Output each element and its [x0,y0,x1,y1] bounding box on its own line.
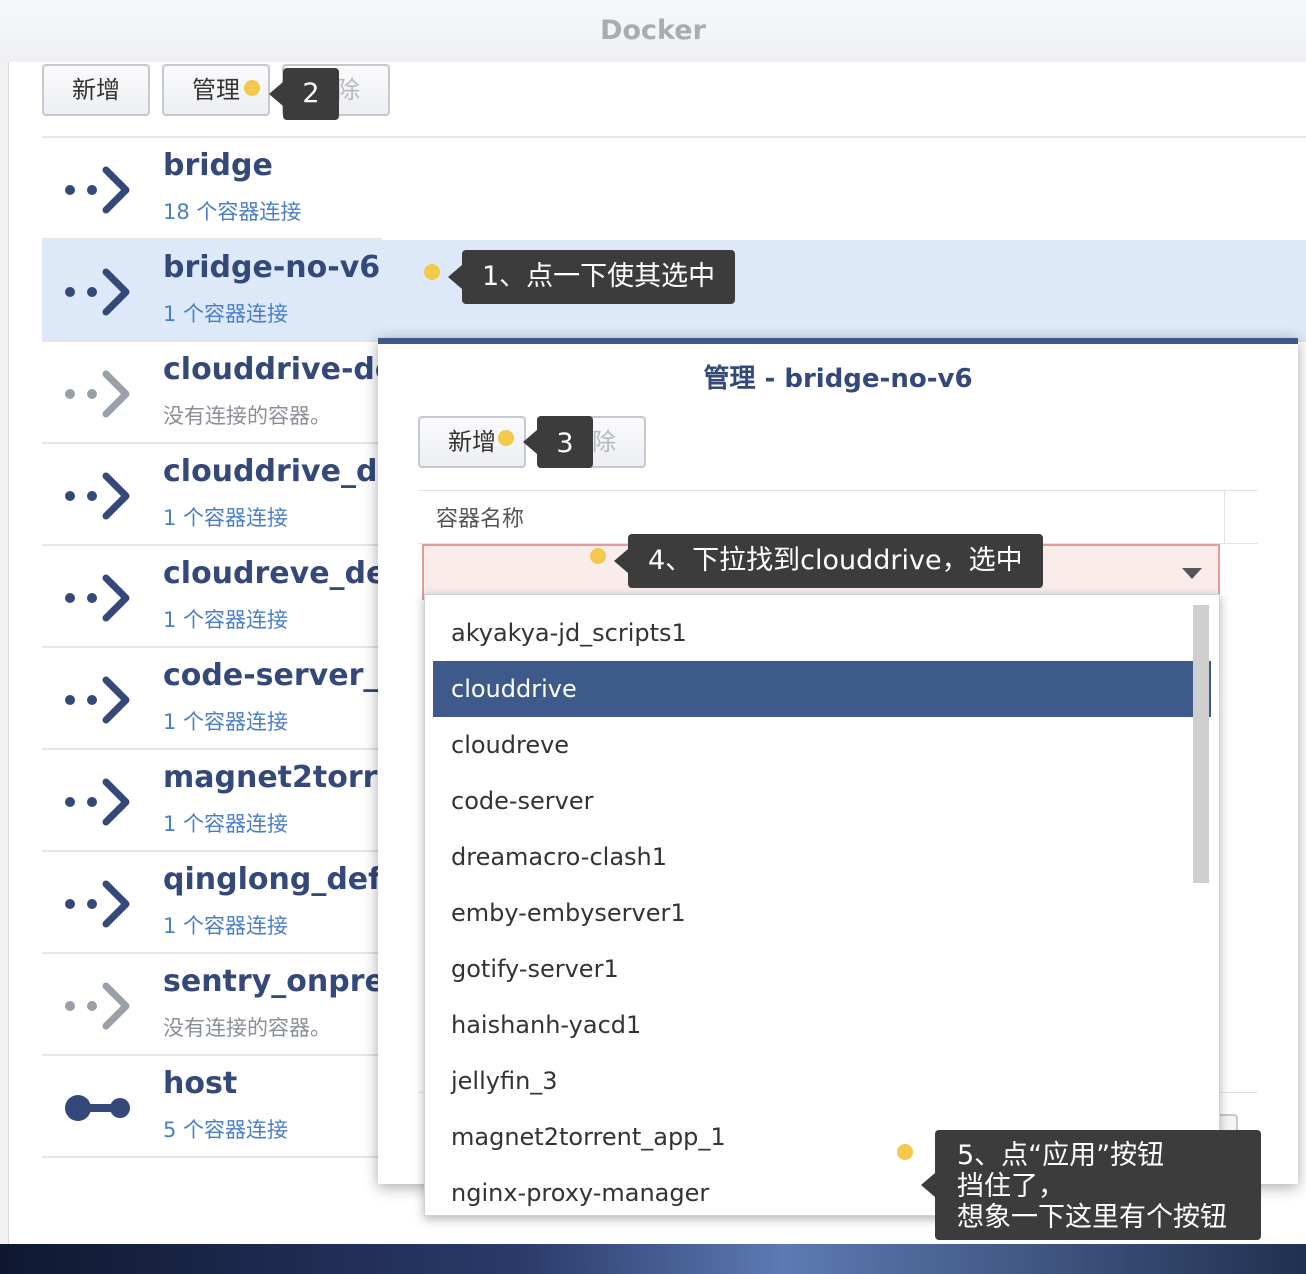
dropdown-option[interactable]: code-server [433,773,1211,829]
chevron-down-icon[interactable] [1182,568,1202,579]
annotation-step-5-line-3: 想象一下这里有个按钮 [957,1202,1227,1233]
annotation-step-1: 1、点一下使其选中 [447,250,736,304]
bridge-network-icon [64,778,132,826]
bridge-network-icon [64,370,132,418]
network-status: 1 个容器连接 [163,812,289,836]
annotation-step-4: 4、下拉找到clouddrive，选中 [614,534,1043,588]
bridge-network-icon [64,982,132,1030]
host-network-icon [64,1084,132,1132]
bridge-network-icon [64,268,132,316]
annotation-step-3: 3 [523,416,593,468]
add-network-button[interactable]: 新增 [42,64,150,116]
network-status: 1 个容器连接 [163,302,289,326]
bridge-network-icon [64,676,132,724]
annotation-step-5-line-1: 5、点“应用”按钮 [957,1140,1165,1171]
network-status: 1 个容器连接 [163,914,289,938]
annotation-dot-2 [244,80,260,96]
dropdown-option[interactable]: gotify-server1 [433,941,1211,997]
annotation-dot-5 [897,1144,913,1160]
column-separator [1224,491,1225,543]
annotation-dot-3 [498,430,514,446]
network-name: bridge [163,148,273,183]
network-name: code-server_c [163,658,397,693]
container-dropdown-list[interactable]: akyakya-jd_scripts1 clouddrive cloudreve co… [424,594,1220,1216]
annotation-dot-1 [424,264,440,280]
bridge-network-icon [64,472,132,520]
bridge-network-icon [64,574,132,622]
bridge-network-icon [64,166,132,214]
network-status: 18 个容器连接 [163,200,302,224]
network-name: bridge-no-v6 [163,250,381,285]
network-status: 1 个容器连接 [163,506,289,530]
network-status: 没有连接的容器。 [163,1016,331,1040]
network-name: clouddrive-do [163,352,396,387]
annotation-dot-4 [590,548,606,564]
window-title: Docker [0,0,1306,62]
desktop-background [0,1244,1306,1274]
network-status: 没有连接的容器。 [163,404,331,428]
dropdown-option[interactable]: cloudreve [433,717,1211,773]
annotation-step-5: 5、点“应用”按钮 挡住了， 想象一下这里有个按钮 [921,1130,1261,1240]
annotation-step-2: 2 [269,68,339,120]
dropdown-option[interactable]: emby-embyserver1 [433,885,1211,941]
network-status: 5 个容器连接 [163,1118,289,1142]
network-name: qinglong_defa [163,862,402,897]
dropdown-option[interactable]: dreamacro-clash1 [433,829,1211,885]
bridge-network-icon [64,880,132,928]
network-status: 1 个容器连接 [163,608,289,632]
dropdown-option[interactable]: akyakya-jd_scripts1 [433,605,1211,661]
dropdown-option[interactable]: jellyfin_3 [433,1053,1211,1109]
network-name: sentry_onpren [163,964,407,999]
network-name: host [163,1066,238,1101]
dropdown-option[interactable]: haishanh-yacd1 [433,997,1211,1053]
network-name: cloudreve_def [163,556,400,591]
row-divider [42,1156,382,1158]
annotation-step-5-line-2: 挡住了， [957,1171,1065,1202]
network-status: 1 个容器连接 [163,710,289,734]
column-header-container-name: 容器名称 [436,507,525,532]
network-row[interactable]: bridge 18 个容器连接 [42,138,1306,238]
network-name: magnet2torre [163,760,398,795]
dropdown-scrollbar[interactable] [1193,605,1209,883]
dropdown-option[interactable]: clouddrive [433,661,1211,717]
network-name: clouddrive_de [163,454,398,489]
dialog-title: 管理 - bridge-no-v6 [703,364,973,394]
